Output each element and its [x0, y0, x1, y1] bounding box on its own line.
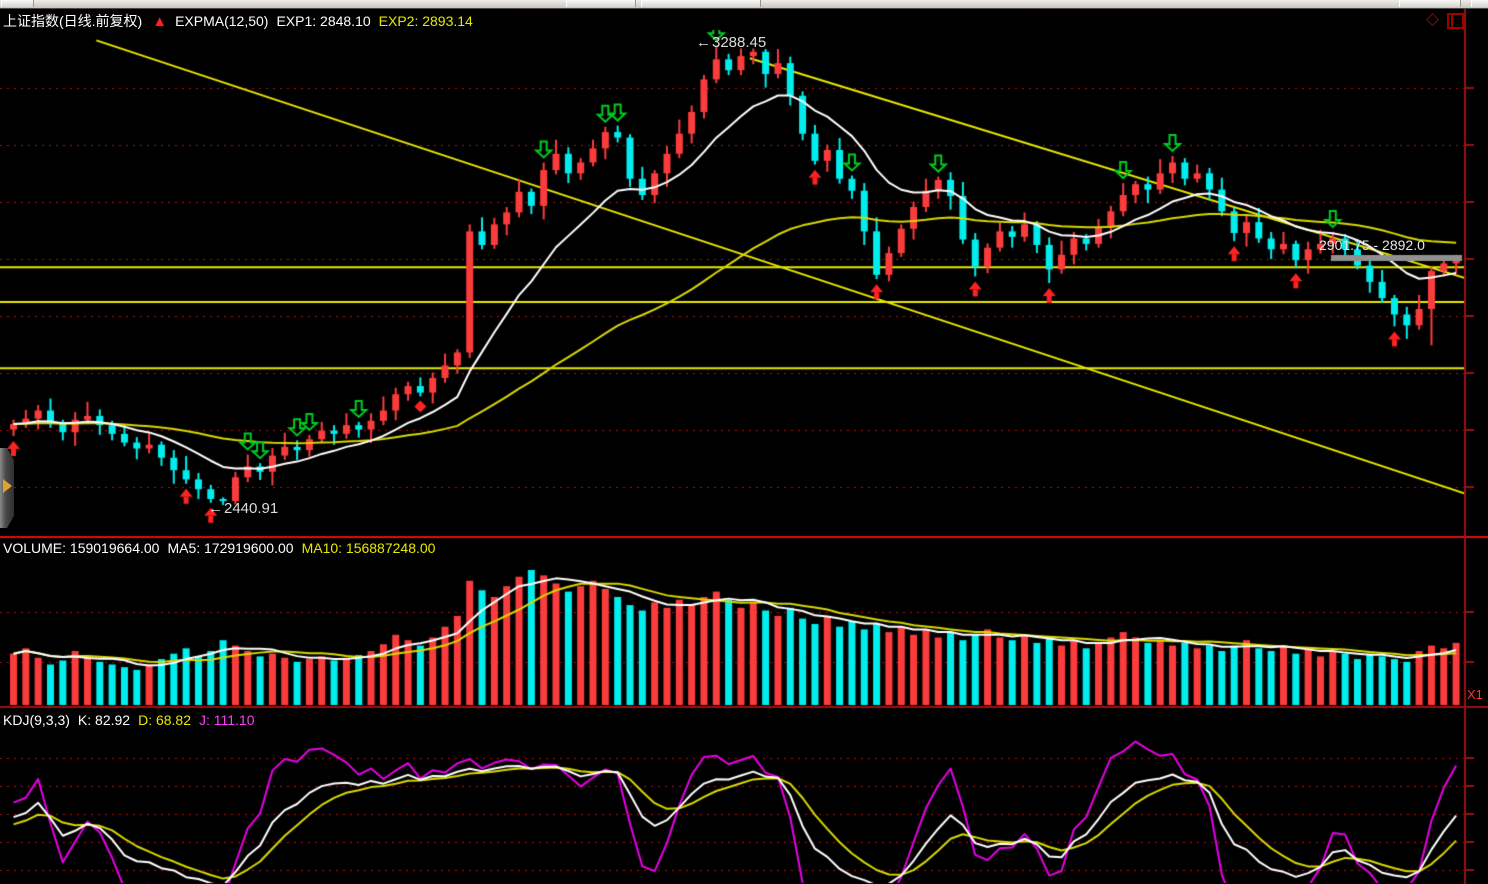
kdj-j-value: J: 111.10 [199, 712, 255, 728]
kdj-header: KDJ(9,3,3) K: 82.92 D: 68.82 J: 111.10 [3, 712, 263, 728]
toolbar-button[interactable] [641, 0, 761, 7]
toolbar-button[interactable] [1399, 0, 1461, 7]
symbol-title: 上证指数(日线.前复权) [3, 13, 142, 29]
kdj-k-value: K: 82.92 [78, 712, 130, 728]
exp2-value: EXP2: 2893.14 [379, 13, 473, 29]
toolbar-button[interactable] [566, 0, 636, 7]
arrow-left-icon: ← [208, 500, 223, 517]
exp1-value: EXP1: 2848.10 [276, 13, 370, 29]
trading-terminal-window: 上证指数(日线.前复权) ▲ EXPMA(12,50) EXP1: 2848.10 EX… [0, 0, 1488, 884]
volume-ma5-value: MA5: 172919600.00 [167, 540, 293, 556]
window-restore-icon[interactable] [1447, 13, 1464, 29]
kdj-d-value: D: 68.82 [138, 712, 191, 728]
chart-canvas[interactable] [0, 0, 1488, 884]
up-arrow-icon: ▲ [152, 13, 167, 30]
volume-value: VOLUME: 159019664.00 [3, 540, 159, 556]
toolbar-button[interactable] [1471, 0, 1488, 7]
diamond-icon[interactable]: ◇ [1426, 10, 1439, 27]
toolbar-strip [0, 0, 1488, 9]
indicator-name[interactable]: EXPMA(12,50) [175, 13, 268, 29]
current-range-label: 2901.75 - 2892.0 [1319, 237, 1465, 253]
volume-ma10-value: MA10: 156887248.00 [302, 540, 436, 556]
expand-right-icon [3, 479, 12, 493]
volume-scale-label: X1 [1467, 687, 1483, 702]
volume-header: VOLUME: 159019664.00 MA5: 172919600.00 MA1… [3, 540, 443, 556]
main-chart-header: 上证指数(日线.前复权) ▲ EXPMA(12,50) EXP1: 2848.10 EX… [3, 11, 481, 31]
low-price-label: ←2440.91 [208, 500, 278, 517]
sidebar-drawer-handle[interactable] [0, 448, 14, 528]
arrow-left-icon: ← [696, 34, 711, 51]
toolbar-button[interactable] [1, 0, 34, 7]
kdj-formula[interactable]: KDJ(9,3,3) [3, 712, 70, 728]
peak-price-label: ←3288.45 [696, 34, 766, 51]
